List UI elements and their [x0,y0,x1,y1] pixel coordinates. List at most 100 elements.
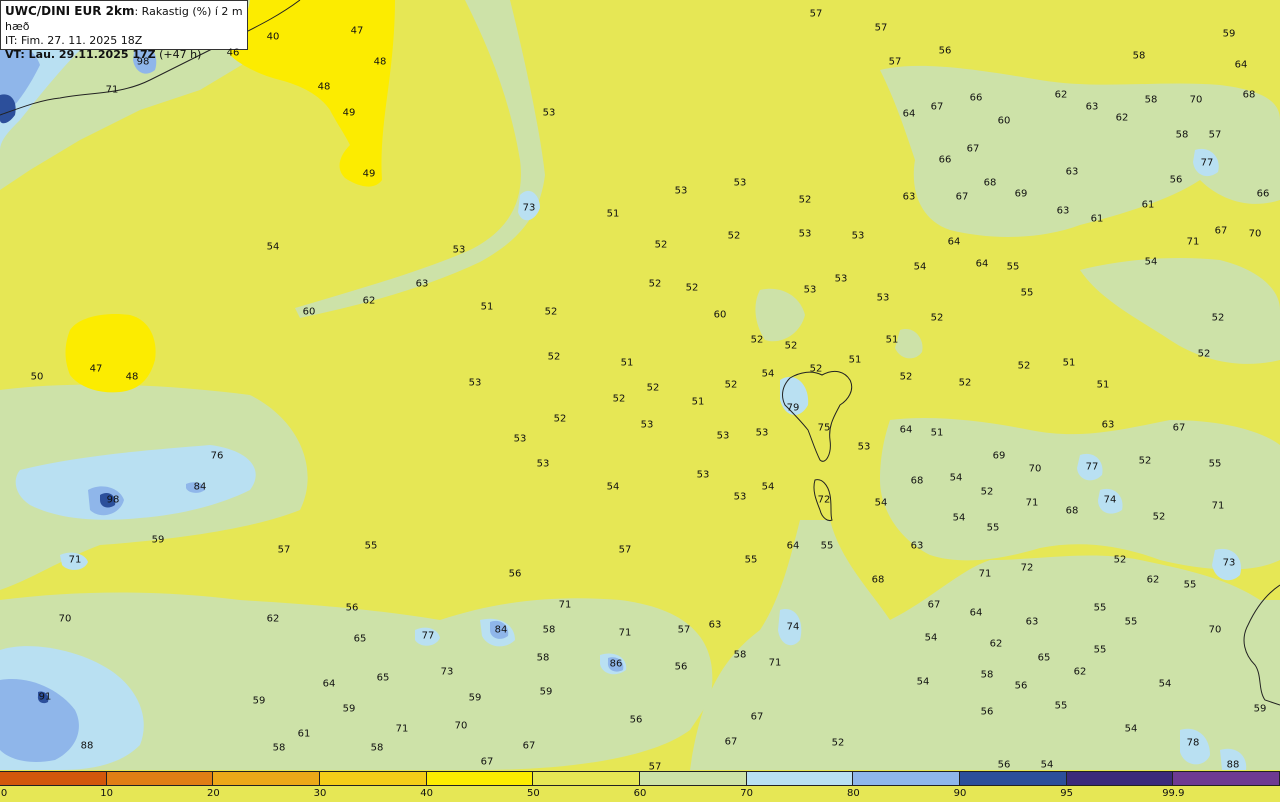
value-label: 56 [938,45,952,57]
value-label: 54 [1144,256,1158,268]
value-label: 53 [851,230,865,242]
value-label: 53 [755,427,769,439]
value-label: 52 [1113,554,1127,566]
legend-swatch [960,771,1067,786]
value-label: 52 [646,382,660,394]
value-label: 63 [1065,166,1079,178]
value-label: 66 [1256,188,1270,200]
value-label: 48 [317,81,331,93]
value-label: 57 [618,544,632,556]
value-label: 56 [1014,680,1028,692]
value-label: 51 [1062,357,1076,369]
value-label: 56 [1169,174,1183,186]
value-label: 59 [342,703,356,715]
value-label: 52 [1152,511,1166,523]
value-label: 67 [930,101,944,113]
value-label: 76 [210,450,224,462]
value-label: 59 [1253,703,1267,715]
value-label: 52 [1138,455,1152,467]
value-label: 67 [955,191,969,203]
legend-swatch [853,771,961,786]
value-label: 71 [768,657,782,669]
value-label: 62 [266,613,280,625]
value-label: 52 [724,379,738,391]
value-label: 51 [930,427,944,439]
value-label: 67 [1172,422,1186,434]
value-label: 67 [1214,225,1228,237]
value-label: 53 [542,107,556,119]
value-label: 52 [809,363,823,375]
value-label: 62 [1054,89,1068,101]
value-label: 62 [1146,574,1160,586]
value-label: 53 [798,228,812,240]
value-label: 67 [480,756,494,768]
value-label: 53 [468,377,482,389]
value-label: 57 [277,544,291,556]
value-label: 54 [266,241,280,253]
value-label: 53 [640,419,654,431]
value-label: 52 [930,312,944,324]
value-label: 84 [494,624,508,636]
value-label: 56 [629,714,643,726]
value-label: 53 [876,292,890,304]
value-label: 64 [1234,59,1248,71]
value-label: 72 [817,494,831,506]
value-label: 62 [362,295,376,307]
legend-tick-label: 90 [953,788,967,799]
value-label: 70 [1189,94,1203,106]
value-label: 49 [342,107,356,119]
value-label: 54 [874,497,888,509]
value-label: 59 [539,686,553,698]
value-label: 58 [1175,129,1189,141]
value-label: 54 [916,676,930,688]
humidity-map[interactable] [0,0,1280,770]
value-label: 52 [544,306,558,318]
value-label: 63 [1085,101,1099,113]
value-label: 52 [553,413,567,425]
legend-swatch [213,771,321,786]
value-label: 55 [1054,700,1068,712]
value-label: 49 [362,168,376,180]
value-label: 55 [1093,602,1107,614]
value-label: 54 [1124,723,1138,735]
value-label: 64 [947,236,961,248]
value-label: 59 [252,695,266,707]
value-label: 67 [966,143,980,155]
value-label: 54 [1040,759,1054,771]
value-label: 68 [1242,89,1256,101]
value-label: 54 [913,261,927,273]
value-label: 52 [1211,312,1225,324]
legend-tick-label: 50 [526,788,540,799]
value-label: 67 [522,740,536,752]
value-label: 71 [1186,236,1200,248]
legend-tick-label: 95 [1060,788,1074,799]
value-label: 57 [677,624,691,636]
value-label: 74 [786,621,800,633]
value-label: 55 [1093,644,1107,656]
value-label: 55 [1124,616,1138,628]
value-label: 71 [558,599,572,611]
value-label: 58 [370,742,384,754]
value-label: 55 [986,522,1000,534]
valid-time: VT: Lau. 29.11.2025 17Z (+47 h) [5,48,202,61]
value-label: 53 [857,441,871,453]
value-label: 64 [902,108,916,120]
value-label: 70 [454,720,468,732]
value-label: 54 [924,632,938,644]
legend-swatch [1066,771,1174,786]
value-label: 52 [798,194,812,206]
value-label: 58 [980,669,994,681]
value-label: 51 [1096,379,1110,391]
value-label: 52 [958,377,972,389]
value-label: 54 [761,368,775,380]
value-label: 69 [992,450,1006,462]
value-label: 56 [997,759,1011,771]
value-label: 55 [1006,261,1020,273]
value-label: 55 [1020,287,1034,299]
value-label: 53 [803,284,817,296]
value-label: 56 [980,706,994,718]
value-label: 74 [1103,494,1117,506]
value-label: 70 [1028,463,1042,475]
value-label: 51 [848,354,862,366]
value-label: 88 [1226,759,1240,771]
